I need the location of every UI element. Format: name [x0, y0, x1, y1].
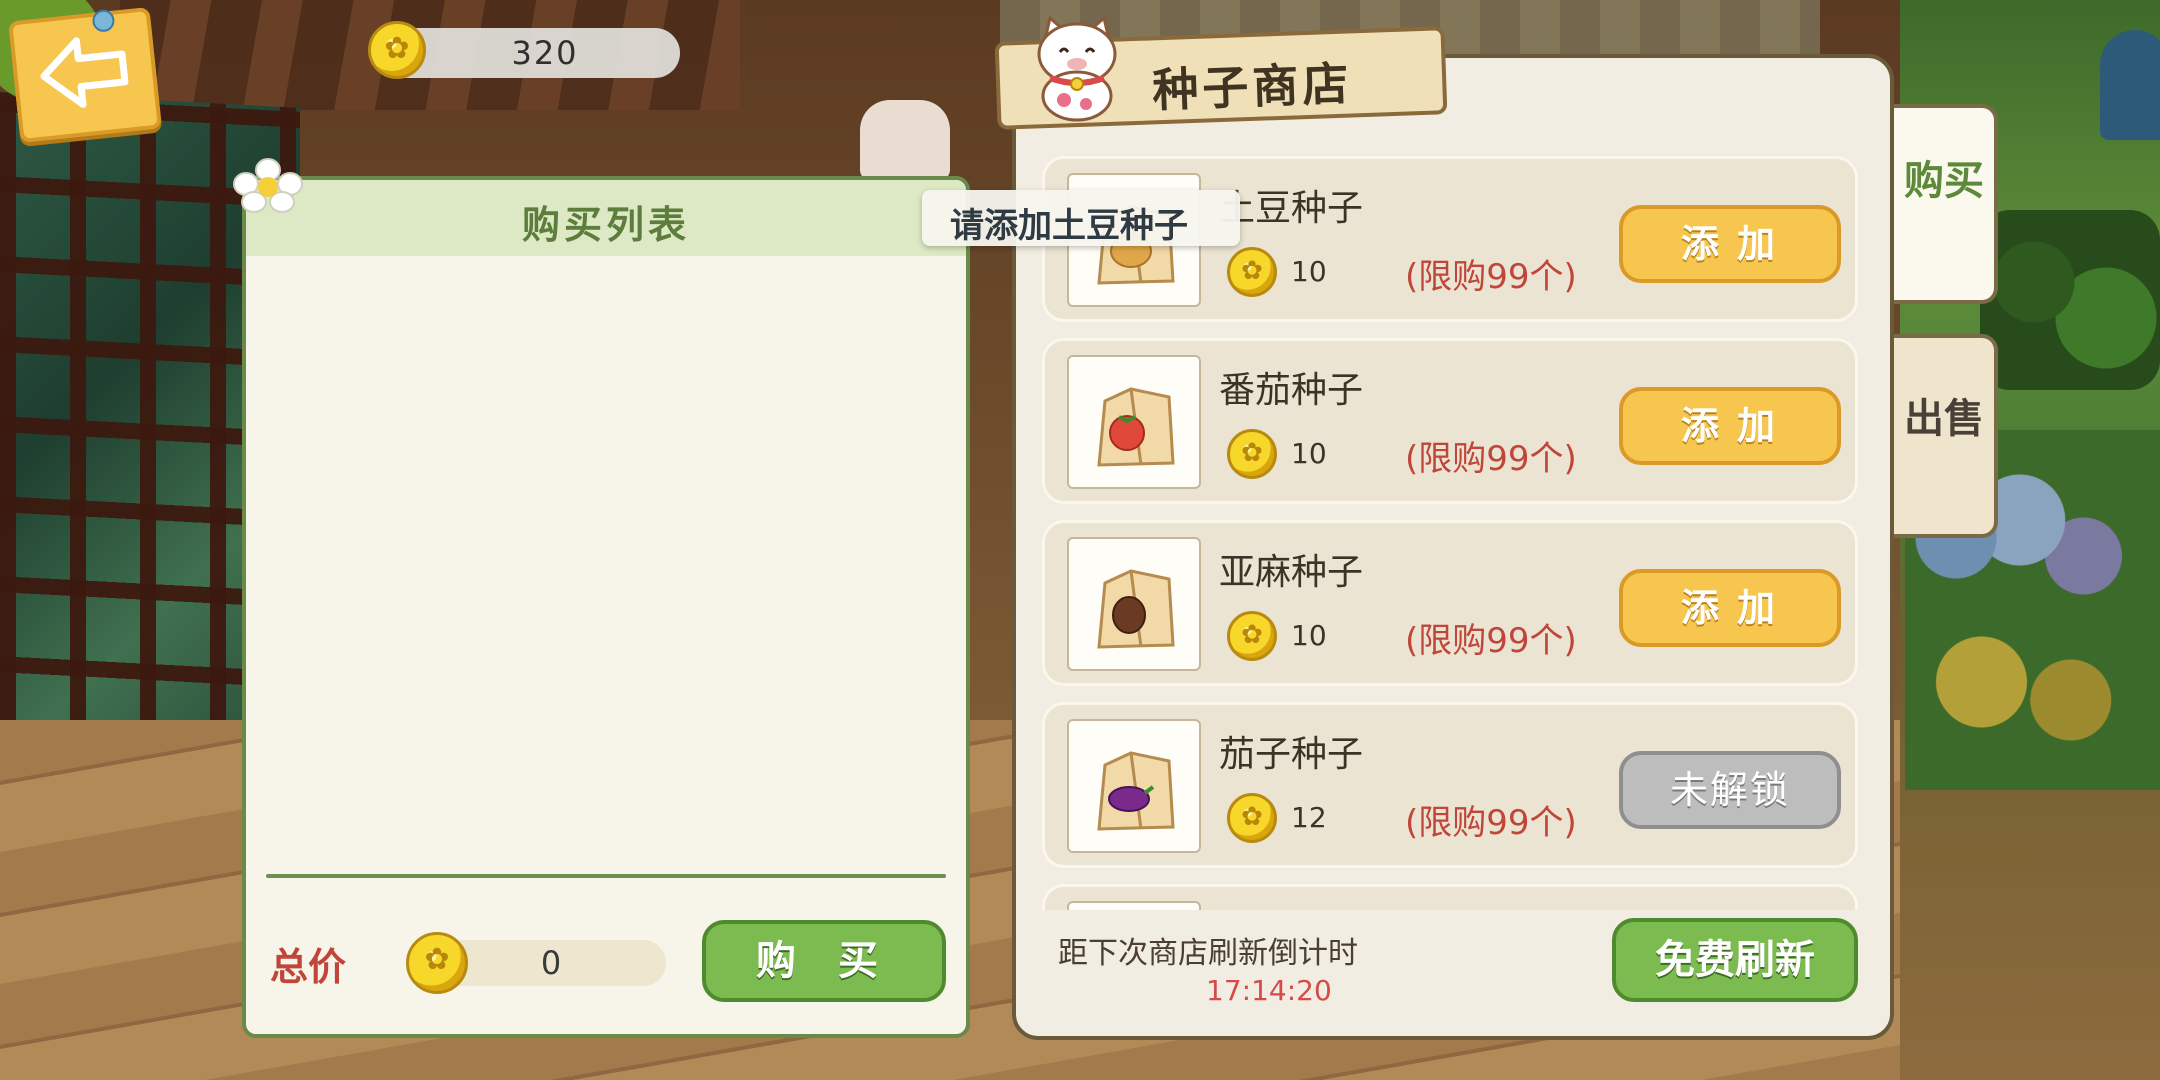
lucky-cat-icon	[1037, 15, 1117, 122]
coin-icon	[1227, 793, 1277, 843]
seed-item-list[interactable]: 土豆种子 10 (限购99个) 添加 番茄种子 10 (限购99个) 添加	[1040, 156, 1860, 912]
seed-item-flax: 亚麻种子 10 (限购99个) 添加	[1042, 520, 1858, 686]
coin-icon	[1227, 611, 1277, 661]
seed-item-next	[1042, 884, 1858, 912]
scene-hedge	[1980, 210, 2160, 390]
back-button[interactable]	[8, 6, 162, 144]
item-limit: (限购99个)	[1405, 257, 1577, 297]
buy-button[interactable]: 购 买	[702, 920, 946, 1002]
tab-sell[interactable]: 出售	[1894, 334, 1998, 538]
scene-cat-figure	[860, 100, 950, 180]
item-price: 10	[1291, 437, 1327, 470]
tab-sell-label: 出售	[1904, 396, 1984, 442]
purchase-list-title: 购买列表	[521, 203, 690, 247]
add-button[interactable]: 添加	[1619, 387, 1841, 465]
locked-button[interactable]: 未解锁	[1619, 751, 1841, 829]
item-name: 番茄种子	[1219, 370, 1364, 411]
scene-penguin	[2100, 30, 2160, 140]
divider	[266, 874, 946, 878]
tab-buy-label: 购买	[1904, 158, 1984, 204]
purchase-list-panel: 购买列表 总价 0 购 买	[242, 176, 970, 1038]
item-name: 土豆种子	[1219, 188, 1364, 229]
free-refresh-button[interactable]: 免费刷新	[1612, 918, 1858, 1002]
purchase-list-header: 购买列表	[246, 180, 966, 256]
item-name: 亚麻种子	[1219, 552, 1364, 593]
shop-title: 种子商店	[1151, 56, 1354, 118]
add-button[interactable]: 添加	[1619, 205, 1841, 283]
coin-icon	[1227, 247, 1277, 297]
coin-icon	[1227, 429, 1277, 479]
total-price-value: 0	[540, 944, 562, 982]
seed-item-tomato: 番茄种子 10 (限购99个) 添加	[1042, 338, 1858, 504]
refresh-countdown-label: 距下次商店刷新倒计时	[1058, 936, 1358, 971]
hint-tooltip: 请添加土豆种子	[922, 190, 1240, 246]
item-name: 茄子种子	[1219, 734, 1364, 775]
coin-icon	[368, 21, 426, 79]
flower-icon	[233, 158, 303, 213]
item-limit: (限购99个)	[1405, 439, 1577, 479]
seed-item-eggplant: 茄子种子 12 (限购99个) 未解锁	[1042, 702, 1858, 868]
item-price: 10	[1291, 619, 1327, 652]
item-price: 10	[1291, 255, 1327, 288]
item-limit: (限购99个)	[1405, 621, 1577, 661]
refresh-countdown-timer: 17:14:20	[1206, 974, 1332, 1007]
tab-buy[interactable]: 购买	[1894, 104, 1998, 304]
item-image	[1067, 537, 1201, 671]
back-arrow-icon	[40, 37, 129, 108]
total-price-label: 总价	[270, 945, 347, 989]
add-button[interactable]: 添加	[1619, 569, 1841, 647]
total-price-box: 0	[406, 932, 666, 994]
flax-seed-bag-icon	[1097, 569, 1175, 649]
item-image	[1067, 719, 1201, 853]
item-limit: (限购99个)	[1405, 803, 1577, 843]
coin-icon	[406, 932, 468, 994]
hint-tooltip-text: 请添加土豆种子	[950, 206, 1188, 246]
coin-balance: 320	[368, 21, 680, 79]
item-image	[1067, 355, 1201, 489]
tomato-seed-bag-icon	[1097, 387, 1175, 467]
coin-balance-value: 320	[511, 34, 579, 72]
item-price: 12	[1291, 801, 1327, 834]
eggplant-seed-bag-icon	[1097, 751, 1175, 831]
